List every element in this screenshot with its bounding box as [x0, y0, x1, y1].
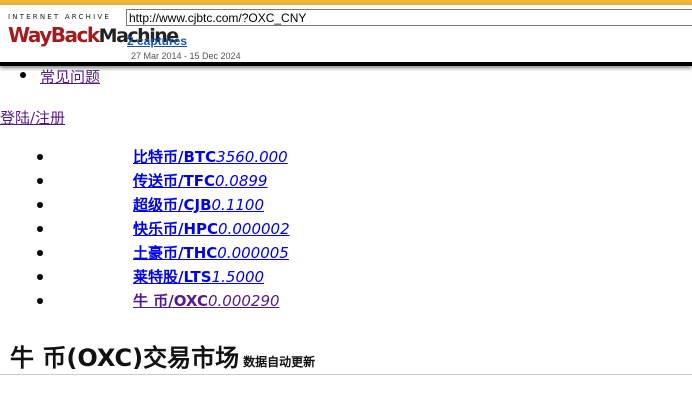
list-bullet	[37, 250, 43, 256]
coin-link-hpc[interactable]: 快乐币/HPC0.000002	[133, 218, 290, 239]
coin-link-cjb[interactable]: 超级币/CJB0.1100	[133, 194, 264, 215]
wayback-url-input[interactable]	[126, 9, 692, 26]
wayback-logo-way: WayBack	[8, 23, 100, 47]
coin-name: 传送币/TFC	[133, 172, 215, 190]
list-item: 莱特股/LTS1.5000	[0, 266, 692, 290]
list-bullet	[37, 178, 43, 184]
captures-link[interactable]: 2 captures	[127, 34, 187, 48]
coin-price: 0.000290	[207, 292, 280, 310]
list-bullet	[37, 274, 43, 280]
coin-link-oxc[interactable]: 牛 币/OXC0.000290	[133, 290, 280, 311]
coin-list: 比特币/BTC3560.000 传送币/TFC0.0899 超级币/CJB0.1…	[0, 146, 692, 314]
market-title-text: 牛 币(OXC)交易市场	[10, 344, 240, 372]
faq-link[interactable]: 常见问题	[40, 66, 100, 87]
divider	[0, 374, 692, 375]
market-title: 牛 币(OXC)交易市场 数据自动更新	[10, 338, 315, 373]
coin-price: 0.000002	[218, 220, 290, 238]
coin-name: 土豪币/THC	[133, 244, 218, 262]
list-item: 牛 币/OXC0.000290	[0, 290, 692, 314]
coin-price: 0.000005	[217, 244, 289, 262]
list-item: 快乐币/HPC0.000002	[0, 218, 692, 242]
list-bullet	[37, 226, 43, 232]
list-item: 超级币/CJB0.1100	[0, 194, 692, 218]
coin-price: 3560.000	[216, 148, 288, 166]
wayback-logo-wordmark: WayBackMachine	[8, 23, 179, 48]
list-item: 土豪币/THC0.000005	[0, 242, 692, 266]
wayback-logo[interactable]: INTERNET ARCHIVE WayBackMachine	[8, 13, 179, 59]
coin-link-tfc[interactable]: 传送币/TFC0.0899	[133, 170, 267, 191]
coin-price: 1.5000	[211, 268, 265, 286]
list-bullet	[37, 298, 43, 304]
coin-price: 0.0899	[214, 172, 268, 190]
coin-link-lts[interactable]: 莱特股/LTS1.5000	[133, 266, 264, 287]
wayback-logo-caption: INTERNET ARCHIVE	[8, 13, 111, 21]
list-bullet	[20, 72, 26, 78]
coin-price: 0.1100	[211, 196, 265, 214]
coin-name: 比特币/BTC	[133, 148, 217, 166]
coin-name: 牛 币/OXC	[133, 292, 208, 310]
coin-link-thc[interactable]: 土豪币/THC0.000005	[133, 242, 289, 263]
list-item: 比特币/BTC3560.000	[0, 146, 692, 170]
coin-name: 莱特股/LTS	[133, 268, 212, 286]
wayback-toolbar: INTERNET ARCHIVE WayBackMachine 2 captur…	[0, 5, 692, 66]
list-bullet	[37, 202, 43, 208]
list-bullet	[37, 154, 43, 160]
coin-name: 快乐币/HPC	[133, 220, 219, 238]
coin-link-btc[interactable]: 比特币/BTC3560.000	[133, 146, 288, 167]
auto-update-note: 数据自动更新	[243, 355, 316, 369]
coin-name: 超级币/CJB	[133, 196, 212, 214]
list-item: 传送币/TFC0.0899	[0, 170, 692, 194]
capture-date-range: 27 Mar 2014 - 15 Dec 2024	[131, 51, 241, 61]
login-register-link[interactable]: 登陆/注册	[0, 107, 65, 128]
